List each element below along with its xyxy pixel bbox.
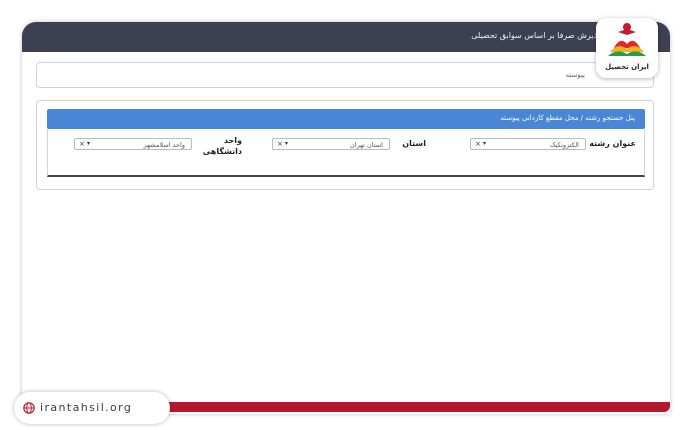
site-url-badge: irantahsil.org bbox=[14, 392, 170, 424]
major-select[interactable]: الکترونکیک × ▾ bbox=[470, 138, 586, 150]
irantahsil-logo: ایران تحصیل bbox=[596, 18, 658, 78]
bottom-accent-strip bbox=[150, 402, 670, 412]
university-unit-select-value: واحد اسلامشهر bbox=[143, 141, 185, 149]
field-label-province: استان bbox=[402, 139, 426, 148]
chevron-down-icon[interactable]: ▾ bbox=[285, 140, 288, 147]
major-select-value: الکترونکیک bbox=[549, 141, 579, 149]
province-select[interactable]: استان تهران × ▾ bbox=[272, 138, 390, 150]
clear-icon[interactable]: × bbox=[79, 140, 85, 148]
search-panel-header: پنل جستجو رشته / محل مقطع کاردانی پیوسته bbox=[47, 109, 645, 129]
university-unit-select[interactable]: واحد اسلامشهر × ▾ bbox=[74, 138, 192, 150]
search-panel-title: پنل جستجو رشته / محل مقطع کاردانی پیوسته bbox=[500, 114, 635, 122]
search-panel-body: عنوان رشته الکترونکیک × ▾ استان استان ته… bbox=[47, 129, 645, 177]
chevron-down-icon[interactable]: ▾ bbox=[87, 140, 90, 147]
chevron-down-icon[interactable]: ▾ bbox=[483, 140, 486, 147]
top-header-bar: پذیرش صرفا بر اساس سوابق تحصیلی bbox=[22, 22, 670, 52]
field-label-university-unit: واحد دانشگاهی bbox=[202, 136, 242, 156]
logo-emblem-icon bbox=[608, 23, 646, 56]
clear-icon[interactable]: × bbox=[277, 140, 283, 148]
globe-icon bbox=[23, 402, 35, 414]
breadcrumb: پیوسته bbox=[36, 62, 654, 88]
clear-icon[interactable]: × bbox=[475, 140, 481, 148]
logo-name: ایران تحصیل bbox=[605, 63, 649, 71]
province-select-value: استان تهران bbox=[349, 141, 383, 149]
page-header-title: پذیرش صرفا بر اساس سوابق تحصیلی bbox=[471, 31, 600, 40]
screenshot-frame: پذیرش صرفا بر اساس سوابق تحصیلی پیوسته پ… bbox=[22, 22, 670, 414]
field-label-major: عنوان رشته bbox=[589, 139, 636, 148]
breadcrumb-text: پیوسته bbox=[565, 71, 585, 79]
search-panel: پنل جستجو رشته / محل مقطع کاردانی پیوسته… bbox=[36, 100, 654, 190]
site-url-text: irantahsil.org bbox=[40, 401, 133, 414]
